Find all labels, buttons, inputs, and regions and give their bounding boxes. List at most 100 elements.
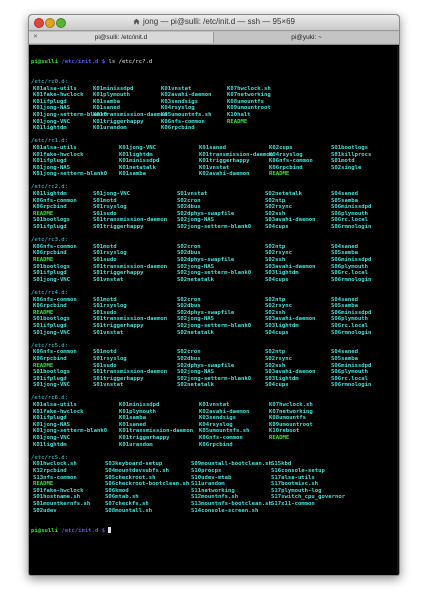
prompt-user: pi@sulli <box>31 59 58 66</box>
file-entry: S01motd <box>93 296 117 303</box>
file-entry: S01ifplugd <box>33 322 67 329</box>
listing-row: S01hostname.sh S06mtab.sh S12mountnfs.sh S1… <box>31 494 397 501</box>
listing-row: K01fake-hwclock K01plymouth K02avahi-daemo… <box>31 92 397 99</box>
file-entry: K03sendsigs <box>161 98 199 105</box>
file-entry: K06nfs-common <box>161 118 205 125</box>
file-entry: S03lightdm <box>265 270 299 277</box>
listing-row: S02udev S08mountall.sh S14console-screen.s… <box>31 508 397 515</box>
file-entry: S02jong-setterm-blank0 <box>177 224 252 231</box>
file-entry: S02jong-NAS <box>177 369 215 376</box>
listing-row: K06nfs-common S01motd S02cron S02ntp S05samb… <box>31 198 397 205</box>
file-entry: S01rsyslog <box>93 355 127 362</box>
tab-yuki[interactable]: pi@yuki: ~ <box>214 32 399 43</box>
file-entry: K06rpcbind <box>33 204 67 211</box>
file-entry: S01jong-VNC <box>33 276 71 283</box>
file-entry: README <box>269 435 290 442</box>
file-entry: K06nfs-common <box>33 243 77 250</box>
file-entry: S01hostname.sh <box>33 494 81 501</box>
file-entry: S04saned <box>331 191 358 198</box>
scrollbar[interactable] <box>397 46 399 573</box>
file-entry: S02dbus <box>177 303 201 310</box>
file-entry: S02ssh <box>265 309 286 316</box>
file-entry: K02cups <box>269 144 293 151</box>
file-entry: S02udev <box>33 507 57 514</box>
file-entry: S04cups <box>265 224 289 231</box>
file-entry: S02jong-NAS <box>177 316 215 323</box>
file-entry: K01alsa-utils <box>33 402 77 409</box>
file-entry: K08umountfs <box>227 98 265 105</box>
file-entry: K06nfs-common <box>33 349 77 356</box>
file-entry: S03keyboard-setup <box>105 461 163 468</box>
file-entry: S04cups <box>265 329 289 336</box>
file-entry: S02rsync <box>265 303 292 310</box>
file-entry: K06rpcbind <box>33 355 67 362</box>
file-entry: K01lightdm <box>33 191 67 198</box>
file-entry: S02ntp <box>265 243 286 250</box>
file-entry: K06rpcbind <box>199 441 233 448</box>
file-entry: S01triggerhappy <box>93 270 144 277</box>
file-entry: K05umountnfs.sh <box>161 111 212 118</box>
file-entry: S17alsa-utils <box>271 474 315 481</box>
file-entry: S05checkroot.sh <box>105 474 156 481</box>
directory-header: /etc/rc4.d: <box>31 289 69 296</box>
listing-row: K01jong-setterm-blank0 K01transmission-da… <box>31 112 397 119</box>
file-entry: S11networking <box>191 487 235 494</box>
file-entry: K07networking <box>269 408 313 415</box>
file-entry: S17x11-common <box>271 500 315 507</box>
file-entry: S06kmod <box>105 487 129 494</box>
file-entry: S02netatalk <box>177 329 215 336</box>
file-entry: S01ifplugd <box>33 224 67 231</box>
listing-row: K06rpcbind S01rsyslog S02dbus S02rsync S06mi… <box>31 204 397 211</box>
listing-row: K06rpcbind S01rsyslog S02dbus S02rsync S05sa… <box>31 303 397 310</box>
file-entry: K07hwclock.sh <box>227 85 271 92</box>
listing-row: K01ifplugd K01samba K03sendsigs K08umountfs <box>31 99 397 106</box>
file-entry: S02dbus <box>177 355 201 362</box>
file-entry: K07hwclock.sh <box>269 402 313 409</box>
file-entry: S01jong-VNC <box>33 329 71 336</box>
file-entry: K06nfs-common <box>269 158 313 165</box>
file-entry: K04rsyslog <box>161 105 195 112</box>
file-entry: K01transmission-daemon <box>93 111 168 118</box>
file-entry: S04mountdevsubfs.sh <box>105 468 169 474</box>
tab-close-icon[interactable]: ✕ <box>33 32 38 43</box>
directory-header: /etc/rc6.d: <box>31 395 69 402</box>
file-entry: S05samba <box>331 197 358 204</box>
listing-row: S01jong-VNC S01vnstat S02netatalk S04cups S0… <box>31 330 397 337</box>
listing: /etc/rc0.d: K01alsa-utils K01minissdpd K01v… <box>31 79 397 514</box>
file-entry: S01bootlogs <box>331 144 369 151</box>
listing-row: K01hwclock.sh S03keyboard-setup S09mountal… <box>31 461 397 468</box>
file-entry: S01motd <box>93 243 117 250</box>
file-entry: README <box>33 210 54 217</box>
file-entry: S01transmission-daemon <box>93 263 168 270</box>
listing-row: K06nfs-common S01motd S02cron S02ntp S04sane… <box>31 244 397 251</box>
listing-row: K01lightdm K01urandom K06rpcbind <box>31 442 397 449</box>
listing-row: S01ifplugd S01triggerhappy S02jong-setterm… <box>31 323 397 330</box>
home-icon <box>133 18 140 25</box>
directory-header: /etc/rc2.d: <box>31 184 69 191</box>
directory-header: /etc/rc3.d: <box>31 237 69 244</box>
file-entry: K01saned <box>119 421 146 428</box>
file-entry: S06rc.local <box>331 322 369 329</box>
file-entry: S06rmnologin <box>331 382 372 389</box>
file-entry: S06rc.local <box>331 270 369 277</box>
file-entry: S15kbd <box>271 461 292 468</box>
file-entry: S06rc.local <box>331 217 369 224</box>
window-title-wrap: jong — pi@sulli: /etc/init.d — ssh — 95×… <box>29 17 399 26</box>
file-entry: S02cron <box>177 296 201 303</box>
file-entry: K01jong-VNC <box>33 118 71 125</box>
tab-sulli[interactable]: ✕ pi@sulli: /etc/init.d <box>29 32 214 43</box>
title-bar[interactable]: jong — pi@sulli: /etc/init.d — ssh — 95×… <box>29 15 399 31</box>
directory-header: /etc/rcS.d: <box>31 454 69 461</box>
file-entry: K01minissdpd <box>119 158 160 165</box>
file-entry: S01transmission-daemon <box>93 316 168 323</box>
terminal-output[interactable]: pi@sulli /etc/init.d $ ls /etc/rc?.d /et… <box>31 46 397 573</box>
file-entry: K06nfs-common <box>199 435 243 442</box>
listing-row: README S01sudo S02dphys-swapfile S02ssh S06m… <box>31 257 397 264</box>
file-entry: S02jong-setterm-blank0 <box>177 270 252 277</box>
file-entry: S06rmnologin <box>331 329 372 336</box>
file-entry: S02ssh <box>265 362 286 369</box>
file-entry: S06plymouth <box>331 263 369 270</box>
prompt-user: pi@sulli <box>31 528 58 535</box>
listing-row: S01ifplugd S01triggerhappy S02jong-setterm… <box>31 376 397 383</box>
